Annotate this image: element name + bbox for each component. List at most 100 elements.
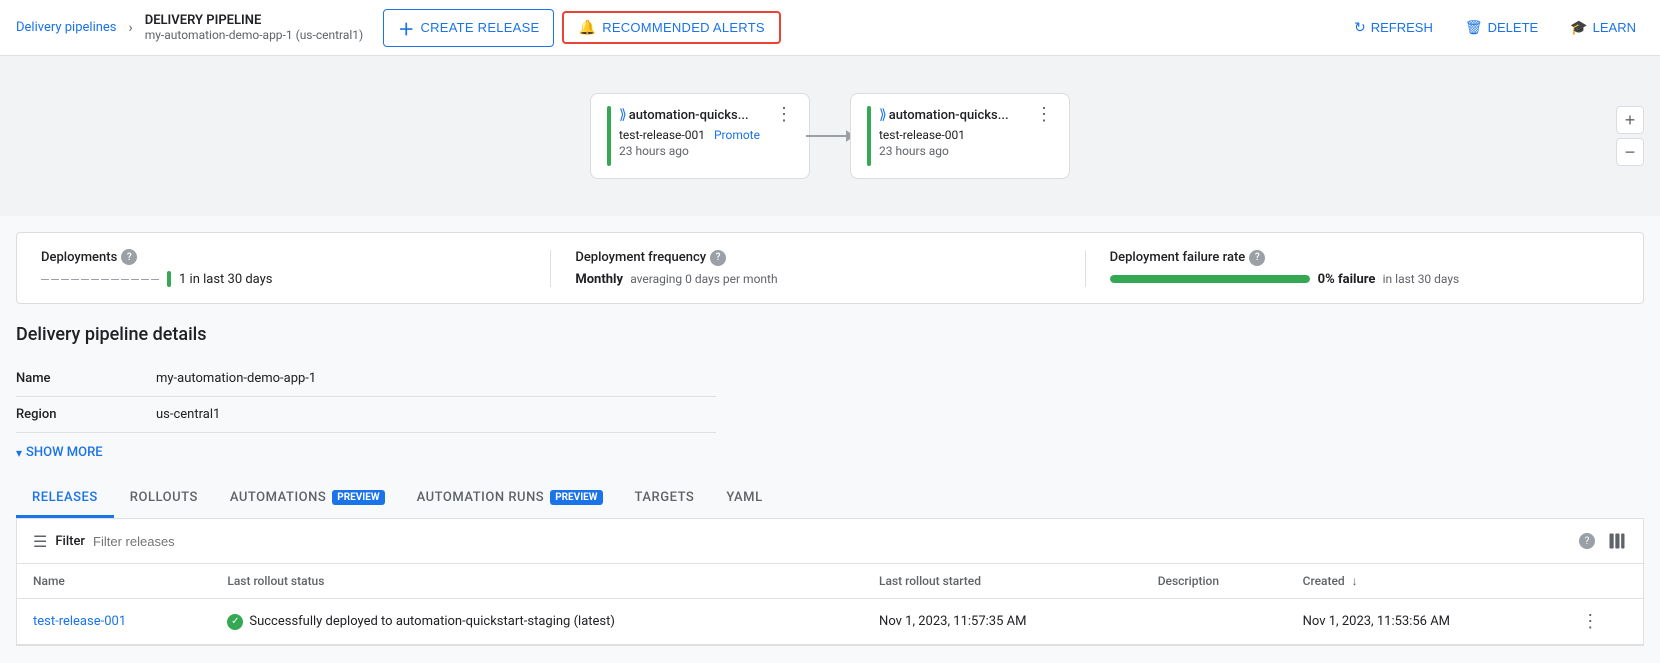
deployments-marker [167, 271, 171, 287]
filter-input[interactable] [93, 534, 1571, 549]
col-status: Last rollout status [211, 564, 863, 599]
node-name: automation-quicks... [629, 108, 775, 123]
topbar-left: Delivery pipelines › DELIVERY PIPELINE m… [16, 9, 1330, 47]
metrics-bar: Deployments ? 1 in last 30 days Deployme… [16, 232, 1644, 304]
tab-releases[interactable]: RELEASES [16, 480, 114, 518]
sort-desc-icon: ↓ [1352, 574, 1358, 588]
table-row: test-release-001 Successfully deployed t… [17, 599, 1643, 645]
refresh-button[interactable]: ↻ REFRESH [1346, 13, 1441, 42]
col-description: Description [1142, 564, 1287, 599]
node-content: ⟫ automation-quicks... ⋮ test-release-00… [619, 106, 793, 158]
deployments-dot-line [41, 279, 159, 280]
delete-button[interactable]: 🗑 DELETE [1457, 13, 1546, 42]
frequency-value-container: Monthly averaging 0 days per month [575, 272, 1060, 287]
node-header: ⟫ automation-quicks... ⋮ [879, 106, 1053, 124]
tab-automation-runs[interactable]: AUTOMATION RUNS PREVIEW [401, 480, 619, 518]
deployments-title: Deployments ? [41, 249, 526, 265]
failure-rate-bar [1110, 275, 1310, 283]
topbar: Delivery pipelines › DELIVERY PIPELINE m… [0, 0, 1660, 56]
failure-rate-bar-fill [1110, 275, 1310, 283]
tab-automations[interactable]: AUTOMATIONS PREVIEW [214, 480, 401, 518]
col-started: Last rollout started [863, 564, 1142, 599]
cell-started: Nov 1, 2023, 11:57:35 AM [863, 599, 1142, 645]
delete-icon: 🗑 [1465, 19, 1483, 36]
cell-created: Nov 1, 2023, 11:53:56 AM [1287, 599, 1566, 645]
detail-value-name: my-automation-demo-app-1 [156, 371, 316, 386]
content-section: ☰ Filter ? Name Last rollout status Last… [16, 519, 1644, 646]
pipeline-node: ⟫ automation-quicks... ⋮ test-release-00… [850, 93, 1070, 179]
promote-link[interactable]: Promote [714, 128, 760, 142]
automation-runs-preview-badge: PREVIEW [550, 490, 602, 505]
tabs-bar: RELEASES ROLLOUTS AUTOMATIONS PREVIEW AU… [16, 480, 1644, 519]
tab-rollouts[interactable]: ROLLOUTS [114, 480, 214, 518]
filter-label: Filter [55, 534, 85, 549]
topbar-right: ↻ REFRESH 🗑 DELETE 🎓 LEARN [1346, 13, 1644, 42]
cell-description [1142, 599, 1287, 645]
tab-targets[interactable]: TARGETS [619, 480, 711, 518]
detail-value-region: us-central1 [156, 407, 220, 422]
col-actions [1565, 564, 1643, 599]
node-deploy-icon: ⟫ [619, 107, 627, 123]
breadcrumb-separator: › [129, 20, 133, 36]
details-title: Delivery pipeline details [16, 324, 1644, 345]
tab-yaml[interactable]: YAML [710, 480, 778, 518]
chevron-down-icon: ▾ [16, 446, 22, 460]
node-menu-icon[interactable]: ⋮ [775, 106, 793, 124]
recommended-alerts-button[interactable]: 🔔 RECOMMENDED ALERTS [562, 11, 780, 44]
frequency-metric: Deployment frequency ? Monthly averaging… [550, 250, 1084, 287]
node-status-bar [607, 106, 611, 166]
filter-bar: ☰ Filter ? [17, 519, 1643, 564]
node-release: test-release-001 Promote [619, 128, 793, 142]
breadcrumb-link[interactable]: Delivery pipelines [16, 20, 117, 35]
failure-rate-bar-container: 0% failure in last 30 days [1110, 272, 1595, 287]
cell-status: Successfully deployed to automation-quic… [211, 599, 863, 645]
deployments-info-icon[interactable]: ? [121, 249, 137, 265]
detail-row-region: Region us-central1 [16, 397, 716, 433]
breadcrumb-title: DELIVERY PIPELINE [145, 13, 363, 28]
breadcrumb-current: DELIVERY PIPELINE my-automation-demo-app… [145, 13, 363, 42]
filter-icon: ☰ [33, 532, 47, 551]
zoom-in-button[interactable]: + [1616, 106, 1644, 134]
details-section: Delivery pipeline details Name my-automa… [0, 304, 1660, 460]
arrow-line [806, 135, 846, 137]
table-body: test-release-001 Successfully deployed t… [17, 599, 1643, 645]
node-time: 23 hours ago [619, 144, 793, 158]
node-content: ⟫ automation-quicks... ⋮ test-release-00… [879, 106, 1053, 158]
release-name-link[interactable]: test-release-001 [33, 614, 126, 629]
detail-label-region: Region [16, 407, 156, 422]
plus-icon: ＋ [398, 16, 414, 40]
failure-rate-info-icon[interactable]: ? [1249, 250, 1265, 266]
learn-icon: 🎓 [1570, 19, 1587, 36]
zoom-out-button[interactable]: − [1616, 138, 1644, 166]
table-header: Name Last rollout status Last rollout st… [17, 564, 1643, 599]
col-created[interactable]: Created ↓ [1287, 564, 1566, 599]
cell-row-menu: ⋮ [1565, 599, 1643, 645]
failure-rate-title: Deployment failure rate ? [1110, 250, 1595, 266]
learn-button[interactable]: 🎓 LEARN [1562, 13, 1644, 42]
failure-rate-value: 0% failure in last 30 days [1318, 272, 1460, 287]
detail-row-name: Name my-automation-demo-app-1 [16, 361, 716, 397]
filter-info-icon[interactable]: ? [1579, 533, 1595, 549]
node-deploy-icon: ⟫ [879, 107, 887, 123]
data-table: Name Last rollout status Last rollout st… [17, 564, 1643, 645]
detail-label-name: Name [16, 371, 156, 386]
frequency-info-icon[interactable]: ? [710, 250, 726, 266]
deployments-metric: Deployments ? 1 in last 30 days [41, 249, 550, 287]
row-menu-icon[interactable]: ⋮ [1581, 611, 1599, 632]
success-icon [227, 614, 243, 630]
columns-icon[interactable] [1607, 531, 1627, 551]
deployments-value: 1 in last 30 days [179, 272, 273, 287]
status-success: Successfully deployed to automation-quic… [227, 614, 847, 630]
create-release-button[interactable]: ＋ CREATE RELEASE [383, 9, 554, 47]
failure-rate-metric: Deployment failure rate ? 0% failure in … [1085, 250, 1619, 287]
node-status-bar [867, 106, 871, 166]
frequency-value: Monthly averaging 0 days per month [575, 272, 777, 287]
automations-preview-badge: PREVIEW [332, 490, 384, 505]
show-more-button[interactable]: ▾ SHOW MORE [16, 445, 1644, 460]
filter-right: ? [1579, 531, 1627, 551]
node-menu-icon[interactable]: ⋮ [1035, 106, 1053, 124]
pipeline-area: ⟫ automation-quicks... ⋮ test-release-00… [0, 56, 1660, 216]
node-header: ⟫ automation-quicks... ⋮ [619, 106, 793, 124]
node-time: 23 hours ago [879, 144, 1053, 158]
refresh-icon: ↻ [1354, 19, 1366, 36]
